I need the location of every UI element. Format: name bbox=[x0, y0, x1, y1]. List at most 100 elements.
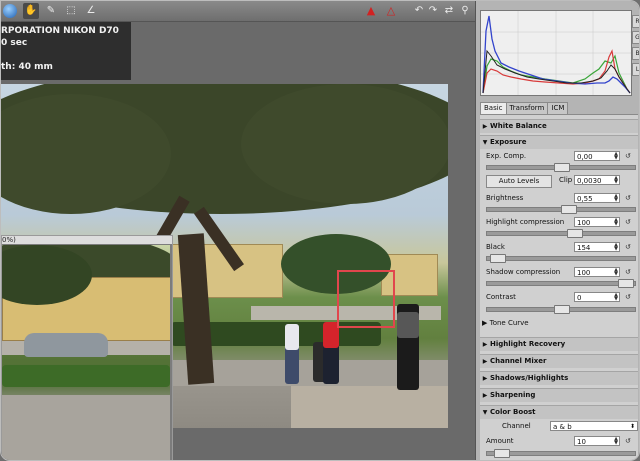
spinner-arrows-icon[interactable]: ▲ ▼ bbox=[613, 176, 619, 185]
amount-row: Amount 10 ▲ ▼ ↺ bbox=[480, 436, 638, 447]
amount-label: Amount bbox=[486, 437, 514, 445]
spinner-arrows-icon[interactable]: ▲ ▼ bbox=[613, 437, 619, 446]
section-sharpening[interactable]: ▶ Sharpening bbox=[480, 388, 638, 402]
slider-thumb[interactable] bbox=[490, 254, 506, 263]
reset-icon[interactable]: ↺ bbox=[625, 243, 631, 251]
expand-arrow-icon: ▶ bbox=[482, 375, 488, 382]
slider-thumb[interactable] bbox=[561, 205, 577, 214]
highlight-compression-input[interactable]: 100 ▲ ▼ bbox=[574, 217, 620, 227]
histogram-channel-tabs: R G B L bbox=[632, 15, 639, 79]
section-highlight-recovery[interactable]: ▶ Highlight Recovery bbox=[480, 337, 638, 351]
shadow-compression-input[interactable]: 100 ▲ ▼ bbox=[574, 267, 620, 277]
shadow-compression-row: Shadow compression 100 ▲ ▼ ↺ bbox=[480, 267, 638, 278]
section-title: Sharpening bbox=[490, 391, 536, 399]
channel-select[interactable]: a & b ⬍ bbox=[550, 421, 638, 431]
section-title: Exposure bbox=[490, 138, 527, 146]
link-icon[interactable]: ⚲ bbox=[457, 3, 473, 19]
brightness-label: Brightness bbox=[486, 194, 524, 202]
warning-icon[interactable]: ▲ bbox=[363, 3, 379, 19]
dropdown-arrow-icon: ⬍ bbox=[629, 423, 635, 430]
histogram-tab-red[interactable]: R bbox=[632, 15, 639, 28]
expand-arrow-icon: ▶ bbox=[482, 319, 490, 327]
exp-comp-row: Exp. Comp. 0,00 ▲ ▼ ↺ bbox=[480, 151, 638, 162]
channel-row: Channel a & b ⬍ bbox=[480, 421, 638, 432]
black-label: Black bbox=[486, 243, 505, 251]
section-exposure[interactable]: ▼ Exposure bbox=[480, 135, 638, 149]
tab-basic[interactable]: Basic bbox=[480, 102, 507, 114]
section-title: White Balance bbox=[490, 122, 547, 130]
spinner-arrows-icon[interactable]: ▲ ▼ bbox=[613, 243, 619, 252]
hand-icon[interactable]: ✋ bbox=[23, 3, 39, 19]
panel-tabs: Basic Transform ICM bbox=[480, 102, 569, 114]
eyedropper-icon[interactable]: ✎ bbox=[43, 3, 59, 19]
slider-thumb[interactable] bbox=[567, 229, 583, 238]
section-color-boost[interactable]: ▼ Color Boost bbox=[480, 405, 638, 419]
expand-arrow-icon: ▶ bbox=[482, 123, 488, 130]
section-channel-mixer[interactable]: ▶ Channel Mixer bbox=[480, 354, 638, 368]
straighten-icon[interactable]: ∠ bbox=[83, 3, 99, 19]
reset-icon[interactable]: ↺ bbox=[625, 293, 631, 301]
highlight-compression-row: Highlight compression 100 ▲ ▼ ↺ bbox=[480, 217, 638, 228]
reset-icon[interactable]: ↺ bbox=[625, 218, 631, 226]
warning-outline-icon[interactable]: △ bbox=[383, 3, 399, 19]
detail-focus-box[interactable] bbox=[337, 270, 395, 328]
shadow-compression-slider[interactable] bbox=[486, 279, 636, 288]
image-view[interactable]: RPORATION NIKON D70 0 sec th: 40 mm 0%) bbox=[1, 22, 475, 460]
flip-icon[interactable]: ⇄ bbox=[441, 3, 457, 19]
collapse-arrow-icon: ▼ bbox=[482, 139, 488, 146]
contrast-slider[interactable] bbox=[486, 305, 636, 314]
rotate-right-icon[interactable]: ↷ bbox=[425, 3, 441, 19]
auto-levels-row: Auto Levels Clip 0,0030 ▲ ▼ bbox=[480, 175, 638, 188]
black-slider[interactable] bbox=[486, 254, 636, 263]
reset-icon[interactable]: ↺ bbox=[625, 194, 631, 202]
tool-panel: R G B L Basic Transform ICM ▶ White Balance… bbox=[475, 1, 639, 460]
exp-comp-slider[interactable] bbox=[486, 163, 636, 172]
spinner-arrows-icon[interactable]: ▲ ▼ bbox=[613, 218, 619, 227]
spinner-arrows-icon[interactable]: ▲ ▼ bbox=[613, 268, 619, 277]
brightness-row: Brightness 0,55 ▲ ▼ ↺ bbox=[480, 193, 638, 204]
exif-camera: RPORATION NIKON D70 bbox=[1, 26, 119, 36]
contrast-input[interactable]: 0 ▲ ▼ bbox=[574, 292, 620, 302]
reset-icon[interactable]: ↺ bbox=[625, 268, 631, 276]
detail-window[interactable]: 0%) bbox=[1, 235, 173, 460]
slider-thumb[interactable] bbox=[618, 279, 634, 288]
tone-curve-row[interactable]: ▶ Tone Curve bbox=[480, 318, 638, 329]
exif-focal-length: th: 40 mm bbox=[1, 62, 53, 72]
slider-thumb[interactable] bbox=[554, 163, 570, 172]
black-row: Black 154 ▲ ▼ ↺ bbox=[480, 242, 638, 253]
amount-input[interactable]: 10 ▲ ▼ bbox=[574, 436, 620, 446]
expand-arrow-icon: ▶ bbox=[482, 341, 488, 348]
clip-label: Clip bbox=[559, 176, 573, 184]
detail-window-title: 0%) bbox=[2, 236, 172, 244]
reset-icon[interactable]: ↺ bbox=[625, 437, 631, 445]
slider-thumb[interactable] bbox=[494, 449, 510, 458]
auto-levels-button[interactable]: Auto Levels bbox=[486, 175, 552, 188]
brightness-input[interactable]: 0,55 ▲ ▼ bbox=[574, 193, 620, 203]
exp-comp-input[interactable]: 0,00 ▲ ▼ bbox=[574, 151, 620, 161]
histogram-tab-blue[interactable]: B bbox=[632, 47, 639, 60]
slider-thumb[interactable] bbox=[554, 305, 570, 314]
histogram-tab-luminance[interactable]: L bbox=[632, 63, 639, 76]
tab-transform[interactable]: Transform bbox=[505, 102, 549, 114]
contrast-label: Contrast bbox=[486, 293, 516, 301]
black-input[interactable]: 154 ▲ ▼ bbox=[574, 242, 620, 252]
histogram-tab-green[interactable]: G bbox=[632, 31, 639, 44]
channel-label: Channel bbox=[502, 422, 531, 430]
expand-arrow-icon: ▶ bbox=[482, 358, 488, 365]
section-white-balance[interactable]: ▶ White Balance bbox=[480, 119, 638, 133]
section-title: Shadows/Highlights bbox=[490, 374, 569, 382]
crop-icon[interactable]: ⬚ bbox=[63, 3, 79, 19]
section-shadows-highlights[interactable]: ▶ Shadows/Highlights bbox=[480, 371, 638, 385]
tab-icm[interactable]: ICM bbox=[547, 102, 569, 114]
spinner-arrows-icon[interactable]: ▲ ▼ bbox=[613, 293, 619, 302]
histogram bbox=[480, 10, 632, 96]
spinner-arrows-icon[interactable]: ▲ ▼ bbox=[613, 152, 619, 161]
globe-icon[interactable] bbox=[3, 4, 17, 18]
section-title: Color Boost bbox=[490, 408, 536, 416]
spinner-arrows-icon[interactable]: ▲ ▼ bbox=[613, 194, 619, 203]
reset-icon[interactable]: ↺ bbox=[625, 152, 631, 160]
clip-input[interactable]: 0,0030 ▲ ▼ bbox=[574, 175, 620, 185]
brightness-slider[interactable] bbox=[486, 205, 636, 214]
amount-slider[interactable] bbox=[486, 449, 636, 458]
highlight-compression-slider[interactable] bbox=[486, 229, 636, 238]
